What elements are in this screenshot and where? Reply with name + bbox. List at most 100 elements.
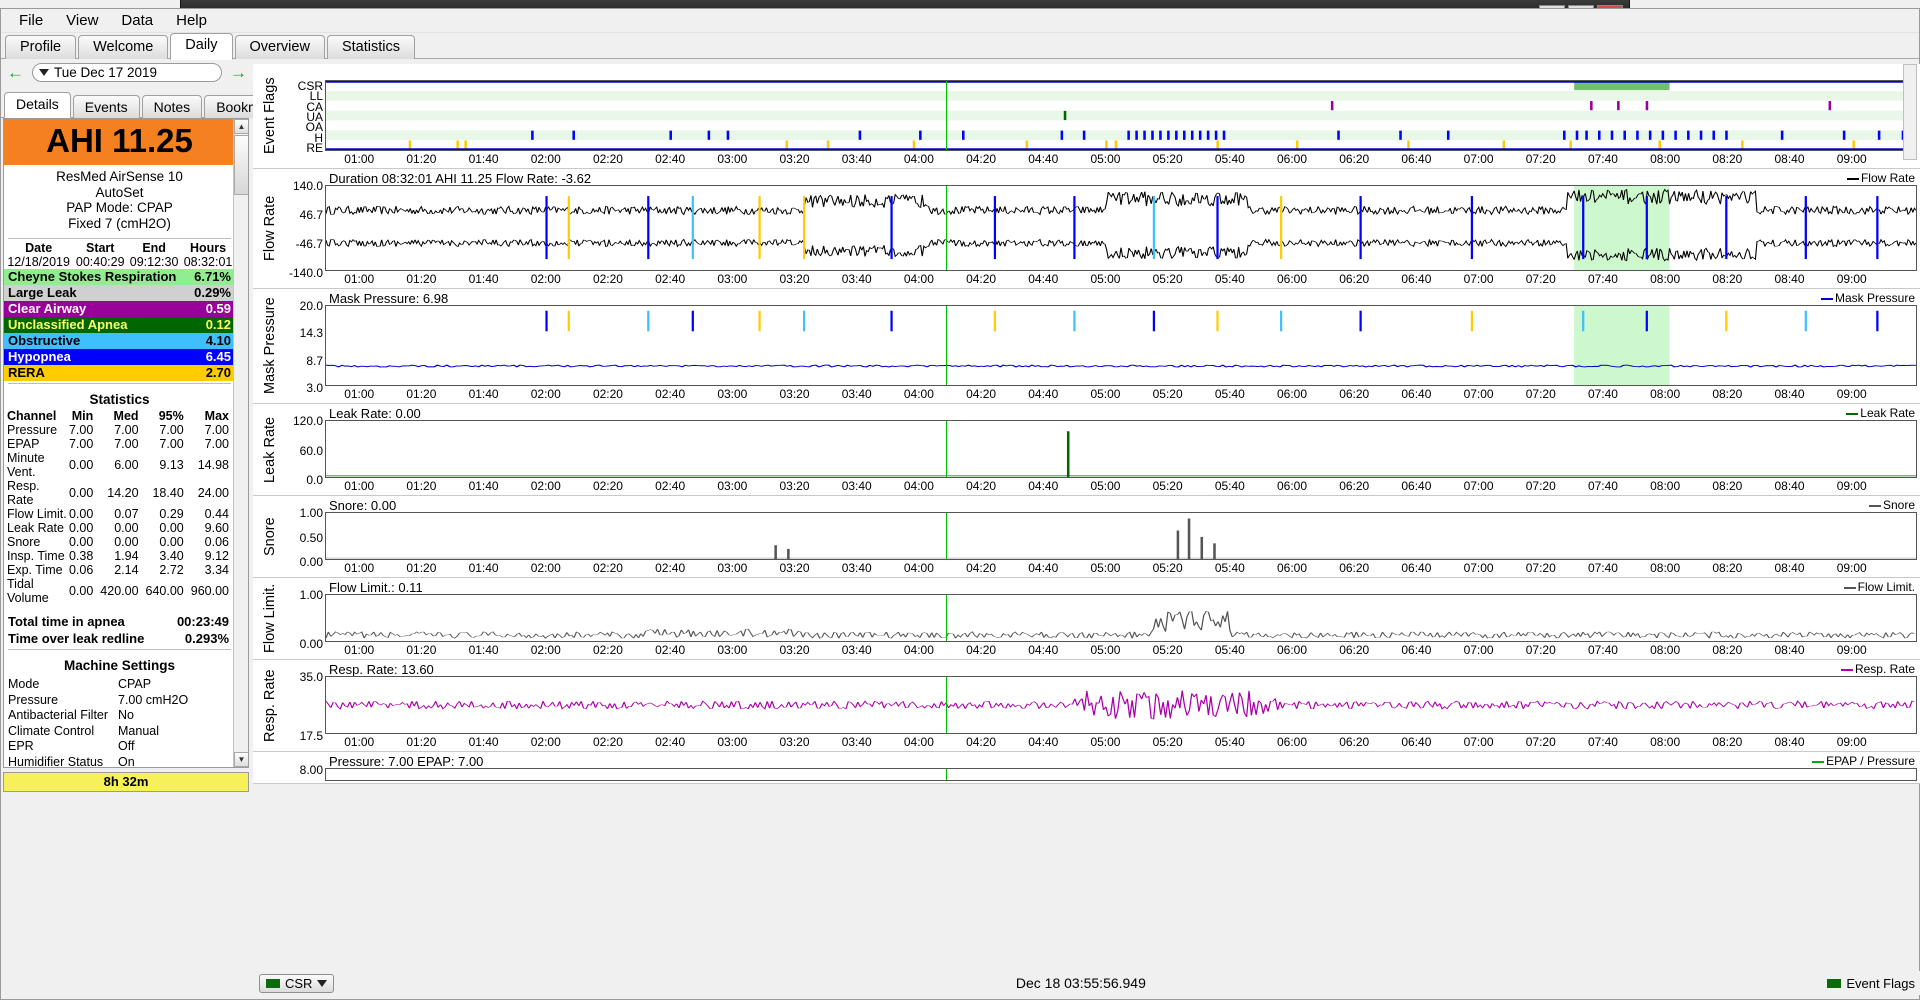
x-tick: 01:20 xyxy=(406,152,437,166)
session-table: Date Start End Hours 12/18/2019 00:40:29… xyxy=(4,241,235,269)
plot-area-flow-limit[interactable]: 1.00 0.00 xyxy=(300,588,1917,651)
tab-daily[interactable]: Daily xyxy=(170,33,233,60)
graph-resp-rate[interactable]: Resp. Rate Resp. Rate: 13.60 Resp. Rate 35.… xyxy=(253,660,1920,752)
x-tick: 01:00 xyxy=(344,643,375,657)
plot-area-pressure-epap[interactable]: 8.00 xyxy=(300,763,1917,781)
scrollbar-thumb[interactable] xyxy=(234,135,248,195)
x-tick: 07:40 xyxy=(1587,387,1618,401)
tab-profile[interactable]: Profile xyxy=(5,35,77,59)
date-picker[interactable]: Tue Dec 17 2019 xyxy=(32,62,222,82)
stats-min: 7.00 xyxy=(68,423,94,437)
x-tick: 08:00 xyxy=(1650,561,1681,575)
graph-event-flags[interactable]: Event Flags CSR LL CA UA OA H RE 01:00 01:20 01:40… xyxy=(253,64,1920,169)
stats-row: Leak Rate 0.00 0.00 0.00 9.60 xyxy=(4,521,235,535)
event-flags-toggle[interactable]: Event Flags xyxy=(1827,976,1915,991)
plot-area-snore[interactable]: 1.00 0.50 0.00 xyxy=(300,506,1917,569)
left-details-panel: Details Events Notes Bookmarks AHI 11.25… xyxy=(1,92,299,794)
x-tick: 01:00 xyxy=(344,387,375,401)
time-cursor-line[interactable] xyxy=(946,421,948,477)
csr-channel-selector[interactable]: CSR xyxy=(259,973,335,993)
time-cursor-line[interactable] xyxy=(946,595,948,641)
graph-legend[interactable]: EPAP / Pressure xyxy=(1812,754,1915,768)
stats-channel: Leak Rate xyxy=(7,521,64,535)
details-scrollbar[interactable]: ▲ ▼ xyxy=(233,119,248,767)
time-cursor-line[interactable] xyxy=(946,677,948,733)
y-tick: 60.0 xyxy=(299,443,323,458)
stats-max: 9.60 xyxy=(204,521,229,535)
graph-mask-pressure[interactable]: Mask Pressure Mask Pressure: 6.98 Mask Pre… xyxy=(253,289,1920,404)
x-tick: 08:20 xyxy=(1712,735,1743,749)
chevron-down-icon[interactable] xyxy=(317,979,328,987)
tab-overview[interactable]: Overview xyxy=(234,35,325,59)
graph-legend[interactable]: Mask Pressure xyxy=(1820,291,1915,305)
graph-flow-rate[interactable]: Flow Rate Duration 08:32:01 AHI 11.25 Flo… xyxy=(253,169,1920,289)
graph-legend[interactable]: Flow Rate xyxy=(1846,171,1915,185)
graph-legend[interactable]: Snore xyxy=(1868,498,1915,512)
stats-max: 24.00 xyxy=(197,486,229,500)
chevron-down-icon[interactable] xyxy=(39,68,49,76)
y-tick: -46.7 xyxy=(295,237,323,251)
menu-help[interactable]: Help xyxy=(166,10,217,31)
event-row-hypopnea[interactable]: Hypopnea 6.45 xyxy=(4,349,235,365)
setting-value: Off xyxy=(118,739,135,753)
y-axis-label: Mask Pressure xyxy=(262,297,278,395)
x-tick: 07:00 xyxy=(1463,561,1494,575)
next-day-icon[interactable]: → xyxy=(230,64,247,81)
plot-area-resp-rate[interactable]: 35.0 17.5 xyxy=(300,670,1917,743)
x-tick: 05:40 xyxy=(1214,479,1245,493)
scroll-down-arrow-icon[interactable]: ▼ xyxy=(234,752,248,767)
machine-info: ResMed AirSense 10 AutoSet PAP Mode: CPA… xyxy=(4,165,235,236)
event-row-clear-airway[interactable]: Clear Airway 0.59 xyxy=(4,301,235,317)
subtab-details[interactable]: Details xyxy=(4,92,71,118)
plot-area-mask-pressure[interactable]: 20.0 14.3 8.7 3.0 xyxy=(300,299,1917,395)
plot-area-event-flags[interactable]: CSR LL CA UA OA H RE xyxy=(298,79,1917,155)
x-tick: 06:40 xyxy=(1401,735,1432,749)
y-tick: 3.0 xyxy=(306,381,323,395)
x-axis: 01:00 01:20 01:40 02:00 02:20 02:40 03:00 03:20… xyxy=(325,152,1917,168)
time-cursor-line[interactable] xyxy=(946,81,948,150)
session-start: 00:40:29 xyxy=(75,255,125,269)
menu-file[interactable]: File xyxy=(9,10,53,31)
menu-view[interactable]: View xyxy=(56,10,108,31)
y-tick: 14.3 xyxy=(299,326,323,341)
details-tab-strip: Details Events Notes Bookmarks xyxy=(1,92,299,118)
graph-snore[interactable]: Snore Snore: 0.00 Snore 1.00 0.50 0.00 01:00 01… xyxy=(253,496,1920,578)
x-tick: 05:00 xyxy=(1090,735,1121,749)
stats-header-min: Min xyxy=(71,409,94,423)
tab-statistics[interactable]: Statistics xyxy=(326,35,415,59)
event-row-obstructive[interactable]: Obstructive 4.10 xyxy=(4,333,235,349)
graph-pressure-epap[interactable]: Pressure: 7.00 EPAP: 7.00 EPAP / Pressure… xyxy=(253,752,1920,784)
plot-area-flow-rate[interactable]: 140.0 46.7 -46.7 -140.0 xyxy=(289,179,1917,280)
y-tick: RE xyxy=(306,140,323,155)
event-row-csr[interactable]: Cheyne Stokes Respiration 6.71% xyxy=(4,269,235,285)
menu-data[interactable]: Data xyxy=(111,10,163,31)
graph-vertical-scrollbar[interactable] xyxy=(1903,64,1917,160)
scroll-up-arrow-icon[interactable]: ▲ xyxy=(234,119,248,134)
time-cursor-line[interactable] xyxy=(946,513,948,559)
subtab-events[interactable]: Events xyxy=(72,95,140,118)
event-row-unclassified-apnea[interactable]: Unclassified Apnea 0.12 xyxy=(4,317,235,333)
x-tick: 02:00 xyxy=(530,387,561,401)
previous-day-icon[interactable]: ← xyxy=(7,64,24,81)
tab-welcome[interactable]: Welcome xyxy=(78,35,169,59)
graph-legend[interactable]: Flow Limit. xyxy=(1843,580,1915,594)
main-tab-strip: Profile Welcome Daily Overview Statistic… xyxy=(1,33,1919,60)
setting-row-epr: EPR Off xyxy=(4,739,235,755)
graph-legend[interactable]: Leak Rate xyxy=(1846,406,1915,420)
subtab-notes[interactable]: Notes xyxy=(141,95,203,118)
time-cursor-line[interactable] xyxy=(946,186,948,270)
graph-flow-limit[interactable]: Flow Limit. Flow Limit.: 0.11 Flow Limit. 1… xyxy=(253,578,1920,660)
x-tick: 09:00 xyxy=(1836,152,1867,166)
x-tick: 04:40 xyxy=(1028,643,1059,657)
plot-canvas xyxy=(326,431,1916,477)
graph-leak-rate[interactable]: Leak Rate Leak Rate: 0.00 Leak Rate 120.0 60… xyxy=(253,404,1920,496)
graph-legend[interactable]: Resp. Rate xyxy=(1840,662,1915,676)
time-cursor-line[interactable] xyxy=(946,769,948,780)
oscar-application: OSCAR v1.0.1-r-1 [a102a85d OpenGL] (Prof… xyxy=(0,0,1920,1000)
session-hours: 08:32:01 xyxy=(183,255,233,269)
plot-area-leak-rate[interactable]: 120.0 60.0 0.0 xyxy=(293,414,1917,487)
event-row-large-leak[interactable]: Large Leak 0.29% xyxy=(4,285,235,301)
stats-row: Pressure 7.00 7.00 7.00 7.00 xyxy=(4,423,235,437)
event-row-rera[interactable]: RERA 2.70 xyxy=(4,365,235,381)
time-cursor-line[interactable] xyxy=(946,306,948,385)
